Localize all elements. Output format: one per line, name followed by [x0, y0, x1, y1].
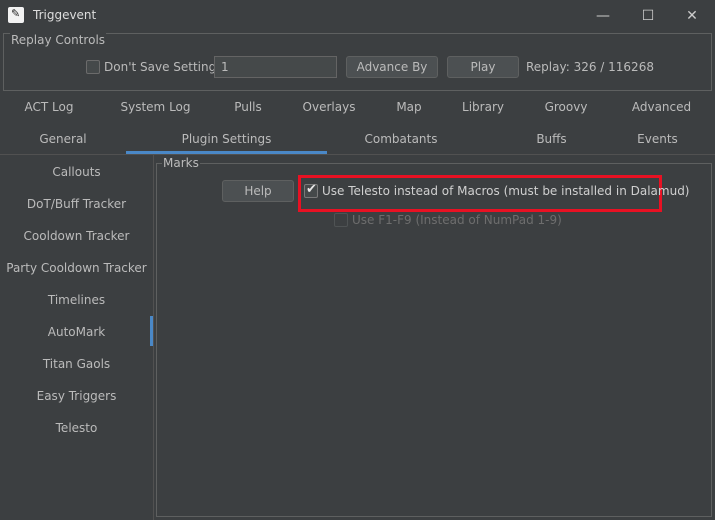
dont-save-settings-checkbox[interactable] [86, 60, 100, 74]
sidebar-item-automark[interactable]: AutoMark [0, 316, 153, 348]
selected-tab-indicator [126, 151, 327, 154]
close-button[interactable]: ✕ [669, 0, 715, 32]
tab-overlays[interactable]: Overlays [293, 93, 365, 121]
tab-buffs[interactable]: Buffs [475, 125, 628, 153]
replay-controls-legend: Replay Controls [10, 33, 107, 47]
tab-combatants[interactable]: Combatants [327, 125, 475, 153]
sidebar-divider [153, 155, 154, 520]
tab-groovy[interactable]: Groovy [523, 93, 609, 121]
minimize-button[interactable]: — [580, 0, 626, 32]
dont-save-settings-label: Don't Save Settings [104, 60, 223, 74]
maximize-button[interactable]: ☐ [625, 0, 671, 32]
tab-pulls[interactable]: Pulls [213, 93, 283, 121]
sidebar-item-telesto[interactable]: Telesto [0, 412, 153, 444]
app-icon: ✎ [8, 7, 24, 23]
play-button[interactable]: Play [447, 56, 519, 78]
help-button[interactable]: Help [222, 180, 294, 202]
use-f1-f9-label: Use F1-F9 (Instead of NumPad 1-9) [352, 213, 562, 227]
tab-map[interactable]: Map [375, 93, 443, 121]
sidebar-item-easy-triggers[interactable]: Easy Triggers [0, 380, 153, 412]
sidebar-item-timelines[interactable]: Timelines [0, 284, 153, 316]
sidebar-item-callouts[interactable]: Callouts [0, 156, 153, 188]
tab-advanced[interactable]: Advanced [619, 93, 704, 121]
checkmark-icon: ✔ [306, 182, 317, 197]
tab-act-log[interactable]: ACT Log [0, 93, 98, 121]
use-telesto-checkbox[interactable]: ✔ [304, 182, 318, 198]
sidebar-item-party-cooldown-tracker[interactable]: Party Cooldown Tracker [0, 252, 153, 284]
advance-by-button[interactable]: Advance By [346, 56, 438, 78]
sidebar-item-dot-buff-tracker[interactable]: DoT/Buff Tracker [0, 188, 153, 220]
advance-amount-input[interactable]: 1 [214, 56, 337, 78]
window-title: Triggevent [33, 8, 97, 22]
tab-library[interactable]: Library [453, 93, 513, 121]
marks-legend: Marks [162, 156, 200, 170]
tab-separator [0, 154, 715, 155]
sidebar-item-cooldown-tracker[interactable]: Cooldown Tracker [0, 220, 153, 252]
sidebar-item-titan-gaols[interactable]: Titan Gaols [0, 348, 153, 380]
tab-plugin-settings[interactable]: Plugin Settings [126, 125, 327, 153]
use-telesto-label: Use Telesto instead of Macros (must be i… [322, 184, 690, 198]
tab-general[interactable]: General [0, 125, 126, 153]
tab-system-log[interactable]: System Log [108, 93, 203, 121]
title-bar: ✎ Triggevent — ☐ ✕ [0, 0, 715, 32]
replay-status: Replay: 326 / 116268 [526, 60, 654, 74]
use-f1-f9-checkbox[interactable] [334, 213, 348, 227]
tab-events[interactable]: Events [628, 125, 687, 153]
